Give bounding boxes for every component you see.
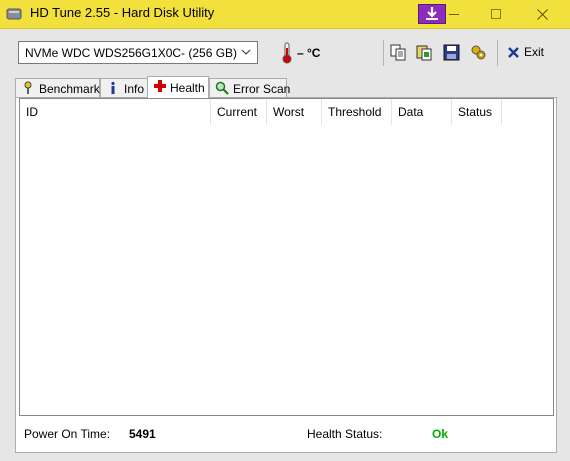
column-header-status[interactable]: Status: [452, 99, 502, 125]
exit-x-icon: [508, 47, 519, 58]
exit-label: Exit: [524, 45, 545, 59]
toolbar-separator: [383, 40, 384, 66]
hd-tune-app-icon: [6, 8, 22, 20]
close-button[interactable]: [518, 0, 570, 28]
toolbar: NVMe WDC WDS256G1X0C- (256 GB) – °C Exit: [0, 29, 570, 75]
chevron-down-icon: [241, 49, 251, 55]
toolbar-separator: [497, 40, 498, 66]
info-icon: [111, 81, 115, 94]
tab-label: Health: [170, 81, 205, 95]
minimize-icon: [449, 14, 459, 15]
column-header-id[interactable]: ID: [20, 99, 211, 125]
health-cross-icon: [154, 80, 166, 92]
health-status-label: Health Status:: [307, 427, 383, 441]
copy-icon[interactable]: [390, 44, 407, 61]
health-panel: ID Current Worst Threshold Data Status P…: [15, 97, 557, 453]
column-header-current[interactable]: Current: [211, 99, 267, 125]
power-on-time-value: 5491: [129, 427, 156, 441]
magnifier-icon: [215, 81, 229, 95]
title-bar: HD Tune 2.55 - Hard Disk Utility: [0, 0, 570, 29]
close-icon: [537, 9, 548, 20]
health-status-value: Ok: [432, 427, 449, 441]
health-table[interactable]: ID Current Worst Threshold Data Status: [19, 98, 554, 416]
tab-label: Error Scan: [233, 82, 291, 96]
copy-all-icon[interactable]: [416, 44, 433, 61]
benchmark-icon: [24, 81, 32, 94]
thermometer-icon: [282, 42, 292, 64]
table-header: ID Current Worst Threshold Data Status: [20, 99, 553, 125]
options-icon[interactable]: [470, 44, 487, 61]
maximize-button[interactable]: [474, 0, 520, 28]
column-header-threshold[interactable]: Threshold: [322, 99, 392, 125]
tab-label: Info: [124, 82, 145, 96]
drive-select[interactable]: NVMe WDC WDS256G1X0C- (256 GB): [18, 41, 258, 64]
column-header-worst[interactable]: Worst: [267, 99, 322, 125]
temperature-readout: – °C: [297, 46, 321, 60]
tab-health[interactable]: Health: [147, 76, 209, 98]
window-title: HD Tune 2.55 - Hard Disk Utility: [30, 5, 215, 20]
column-header-data[interactable]: Data: [392, 99, 452, 125]
tab-benchmark[interactable]: Benchmark: [15, 78, 100, 98]
tab-info[interactable]: Info: [100, 78, 148, 98]
tab-error-scan[interactable]: Error Scan: [209, 78, 291, 98]
power-on-time-label: Power On Time:: [24, 427, 111, 441]
tab-label: Benchmark: [39, 82, 100, 96]
minimize-button[interactable]: [432, 0, 478, 28]
drive-selected-value: NVMe WDC WDS256G1X0C- (256 GB): [25, 46, 238, 60]
maximize-icon: [491, 9, 501, 19]
save-icon[interactable]: [443, 44, 460, 61]
